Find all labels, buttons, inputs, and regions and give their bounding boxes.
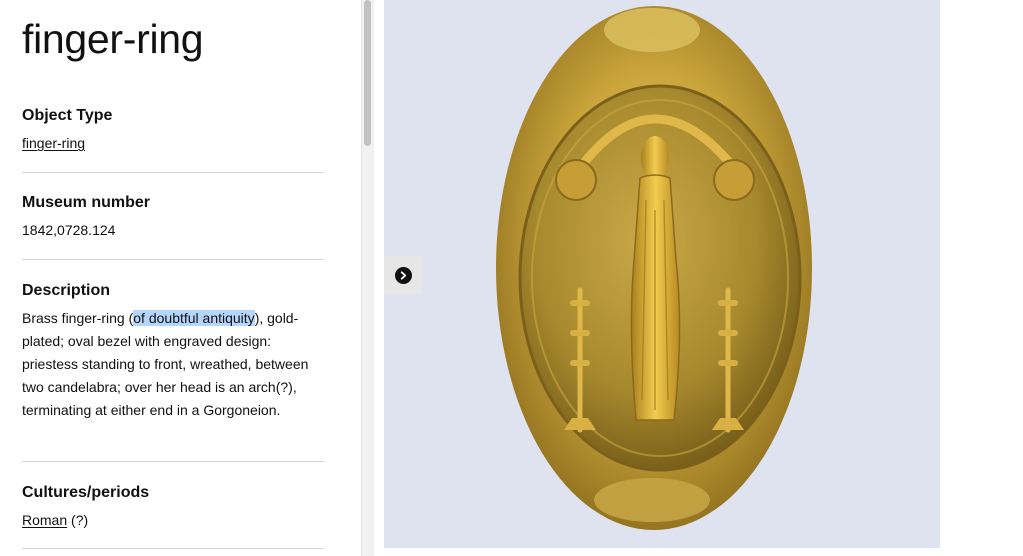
object-image[interactable]	[384, 0, 940, 548]
description-section: Description Brass finger-ring (of doubtf…	[22, 281, 324, 422]
ring-photo-icon	[496, 6, 812, 530]
culture-qualifier: (?)	[67, 512, 89, 528]
divider	[22, 461, 324, 462]
page-title: finger-ring	[22, 16, 204, 62]
museum-number-label: Museum number	[22, 194, 151, 211]
divider	[22, 259, 324, 260]
divider	[22, 548, 324, 549]
object-type-label: Object Type	[22, 107, 113, 124]
museum-number-section: Museum number 1842,0728.124	[22, 193, 324, 242]
museum-number-value: 1842,0728.124	[22, 222, 116, 238]
description-text: Brass finger-ring (of doubtful antiquity…	[22, 307, 324, 422]
cultures-label: Cultures/periods	[22, 484, 150, 501]
object-type-section: Object Type finger-ring	[22, 106, 324, 155]
details-panel: finger-ring Object Type finger-ring Muse…	[0, 0, 360, 556]
chevron-right-icon	[394, 266, 412, 284]
cultures-section: Cultures/periods Roman (?)	[22, 483, 324, 532]
divider	[22, 172, 324, 173]
selected-text: of doubtful antiquity	[133, 310, 255, 326]
culture-link[interactable]: Roman	[22, 512, 67, 528]
description-text-part: ), gold-plated; oval bezel with engraved…	[22, 310, 309, 418]
scrollbar-thumb[interactable]	[364, 0, 371, 146]
next-image-button[interactable]	[384, 256, 422, 294]
description-text-part: Brass finger-ring (	[22, 310, 134, 326]
object-type-link[interactable]: finger-ring	[22, 135, 85, 151]
description-label: Description	[22, 282, 111, 299]
